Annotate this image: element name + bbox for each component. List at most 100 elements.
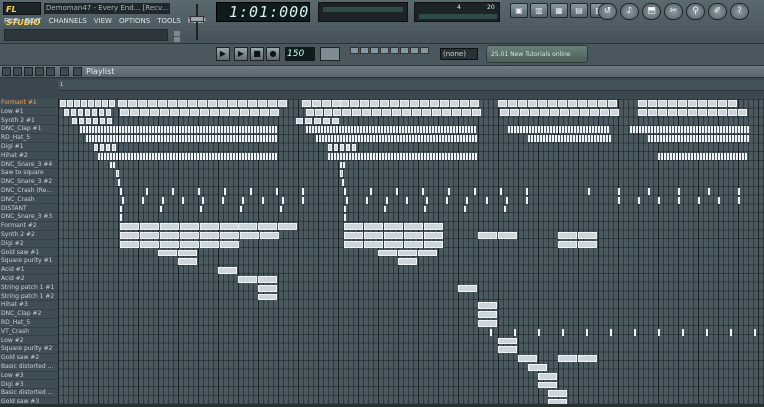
pattern-clip[interactable] [150,108,159,116]
pattern-clip[interactable] [137,152,139,160]
pattern-clip[interactable] [700,152,702,160]
pattern-clip[interactable] [658,328,660,336]
pattern-clip[interactable] [100,144,104,151]
pattern-clip[interactable] [206,135,208,142]
pattern-clip[interactable] [325,135,327,142]
pattern-clip[interactable] [508,126,510,134]
pattern-clip[interactable] [690,126,692,134]
pattern-clip[interactable] [155,152,157,160]
pattern-clip[interactable] [158,249,177,257]
pattern-clip[interactable] [278,100,287,107]
pattern-clip[interactable] [478,302,497,310]
track-name[interactable]: Square purity #1 [1,257,57,267]
pattern-clip[interactable] [131,152,133,160]
pattern-clip[interactable] [140,232,159,239]
pattern-clip[interactable] [546,135,548,142]
pattern-clip[interactable] [427,152,429,160]
pattern-clip[interactable] [454,135,456,142]
pattern-clip[interactable] [460,100,469,107]
pattern-clip[interactable] [167,126,169,134]
pattern-clip[interactable] [306,126,308,134]
pattern-clip[interactable] [116,152,118,160]
pattern-clip[interactable] [558,135,560,142]
pattern-clip[interactable] [312,100,321,107]
pattern-clip[interactable] [518,355,537,362]
pattern-clip[interactable] [342,108,351,116]
pattern-clip[interactable] [128,135,130,142]
pattern-clip[interactable] [379,135,381,142]
pattern-clip[interactable] [394,152,396,160]
pattern-clip[interactable] [579,135,581,142]
pattern-clip[interactable] [131,135,133,142]
pattern-clip[interactable] [120,232,139,239]
pattern-clip[interactable] [538,100,547,107]
pattern-clip[interactable] [155,126,157,134]
pattern-clip[interactable] [327,126,329,134]
browser-icon[interactable]: ▤ [570,3,588,18]
pattern-clip[interactable] [245,152,247,160]
pattern-clip[interactable] [634,328,636,336]
pattern-clip[interactable] [574,126,576,134]
pattern-clip[interactable] [200,152,202,160]
pattern-clip[interactable] [684,126,686,134]
pattern-clip[interactable] [394,135,396,142]
pattern-clip[interactable] [191,126,193,134]
pattern-clip[interactable] [94,144,98,151]
pattern-clip[interactable] [260,126,262,134]
pattern-clip[interactable] [742,152,744,160]
pattern-clip[interactable] [363,126,365,134]
track-name[interactable]: Low #3 [1,372,57,381]
pattern-clip[interactable] [418,152,420,160]
pattern-clip[interactable] [666,126,668,134]
pattern-clip[interactable] [738,108,747,116]
pattern-clip[interactable] [92,108,97,116]
track-name[interactable]: Digi #2 [1,240,57,249]
pattern-clip[interactable] [498,337,517,345]
pattern-clip[interactable] [130,108,139,116]
pattern-clip[interactable] [598,100,607,107]
pattern-clip[interactable] [364,232,383,239]
pattern-clip[interactable] [220,232,239,239]
pattern-clip[interactable] [444,126,446,134]
pattern-clip[interactable] [173,126,175,134]
pattern-clip[interactable] [343,135,345,142]
pattern-clip[interactable] [391,152,393,160]
menu-edit[interactable]: EDIT [25,16,41,27]
pattern-clip[interactable] [745,152,747,160]
pattern-clip[interactable] [728,100,737,107]
pattern-clip[interactable] [681,126,683,134]
pattern-clip[interactable] [342,179,344,186]
pattern-clip[interactable] [687,135,689,142]
pattern-clip[interactable] [257,152,259,160]
pattern-clip[interactable] [364,152,366,160]
track-name[interactable]: RD_Hat_5 [1,319,57,328]
pattern-clip[interactable] [387,126,389,134]
pattern-clip[interactable] [732,126,734,134]
pattern-clip[interactable] [344,205,346,213]
track-name[interactable]: Gold saw #2 [1,354,57,363]
pattern-clip[interactable] [140,135,142,142]
pattern-clip[interactable] [146,152,148,160]
pattern-clip[interactable] [418,135,420,142]
pattern-clip[interactable] [450,126,452,134]
pattern-clip[interactable] [110,126,112,134]
pattern-clip[interactable] [354,126,356,134]
pattern-clip[interactable] [370,188,372,195]
pattern-clip[interactable] [228,100,237,107]
pattern-clip[interactable] [730,152,732,160]
pattern-clip[interactable] [718,100,727,107]
pattern-clip[interactable] [215,135,217,142]
pattern-clip[interactable] [730,328,732,336]
pattern-clip[interactable] [440,100,449,107]
pattern-clip[interactable] [404,223,423,230]
pattern-clip[interactable] [95,126,97,134]
pattern-clip[interactable] [240,205,242,213]
track-name[interactable]: DNC_Clap #1 [1,125,57,135]
track-name[interactable]: Formant #1 [1,99,57,108]
pattern-clip[interactable] [200,232,219,239]
pattern-clip[interactable] [182,152,184,160]
pattern-clip[interactable] [337,135,339,142]
help-icon[interactable]: ? [730,3,749,20]
pattern-clip[interactable] [535,126,537,134]
pattern-clip[interactable] [661,152,663,160]
